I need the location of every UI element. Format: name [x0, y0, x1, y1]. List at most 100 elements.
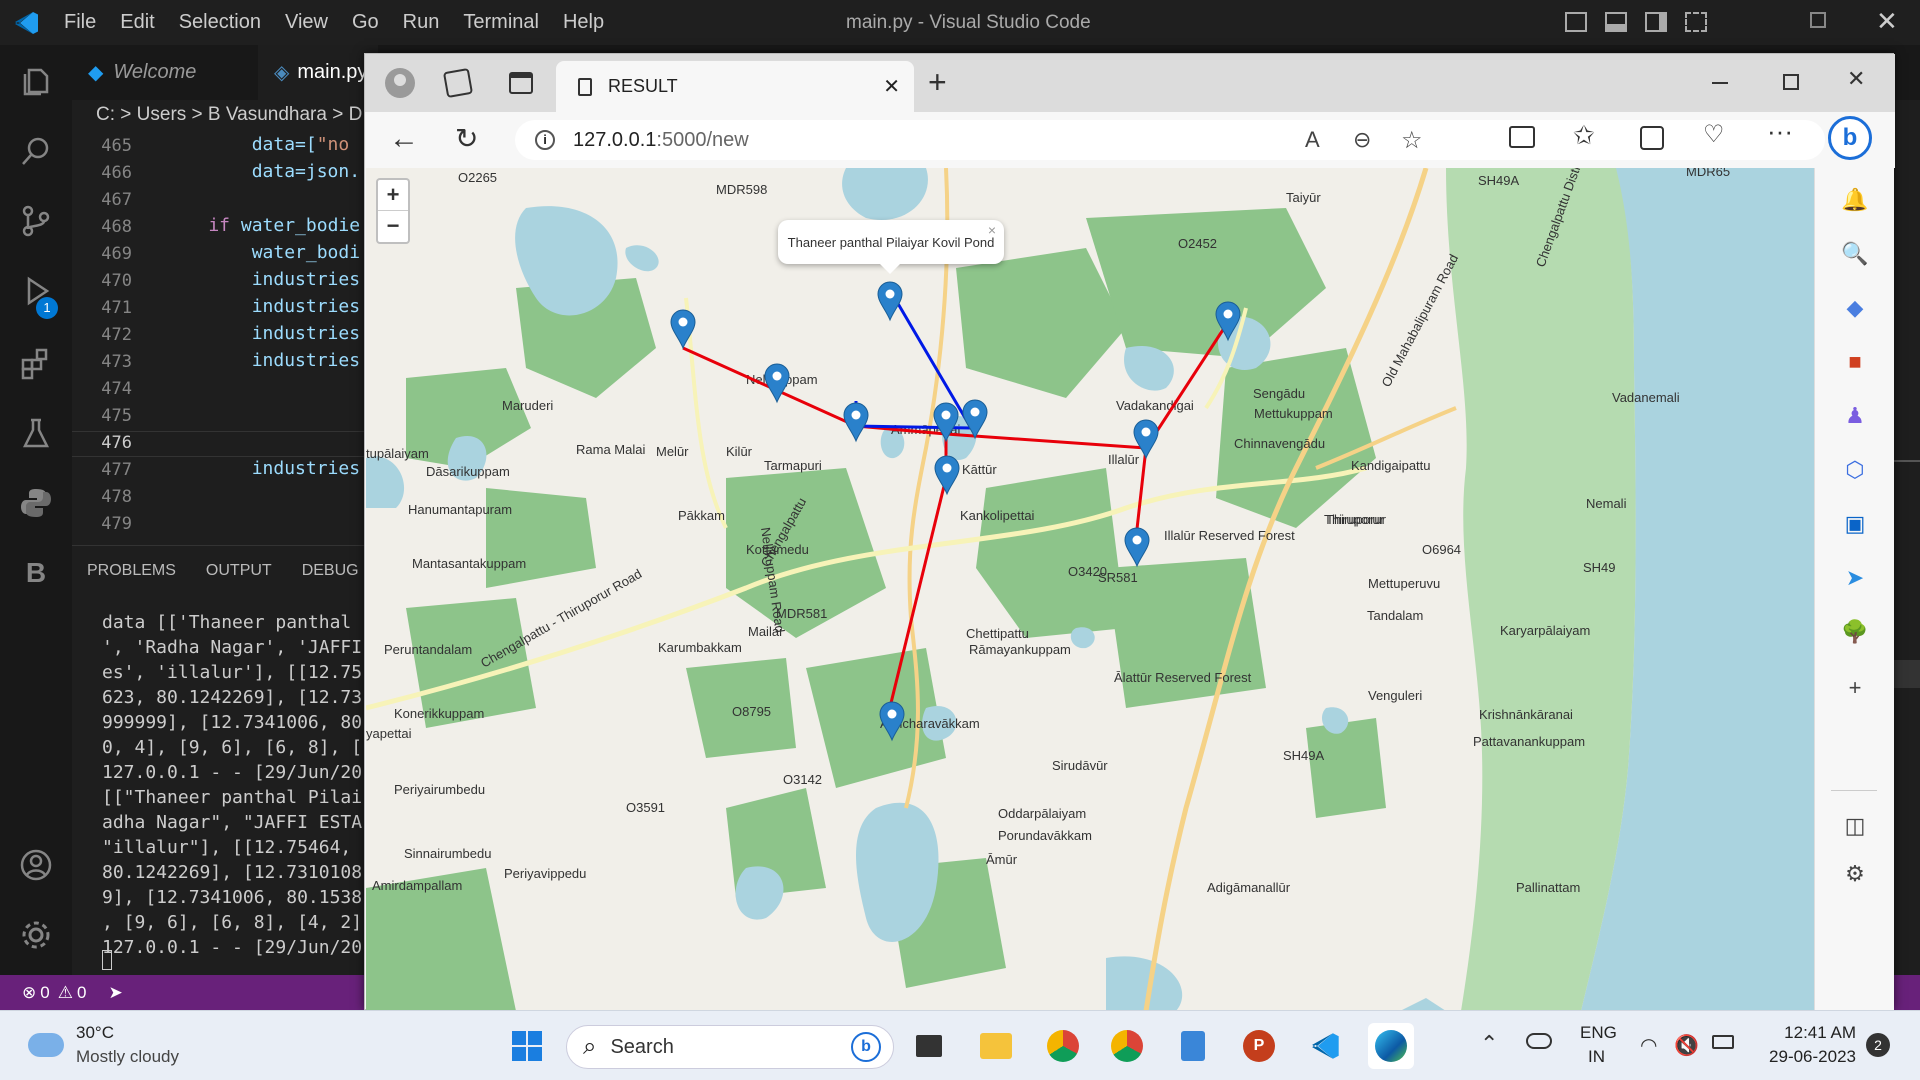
bing-copilot-icon[interactable]: b [1828, 116, 1872, 160]
search-icon[interactable] [14, 129, 58, 173]
menu-help[interactable]: Help [551, 11, 616, 34]
map-view[interactable]: O2265MDR598O2452SH49AMDR65TaiyūrNellikup… [366, 168, 1814, 1011]
menu-view[interactable]: View [273, 11, 340, 34]
tab-debug[interactable]: DEBUG [287, 552, 374, 592]
code-line[interactable]: industries [165, 323, 360, 344]
tab-main-py[interactable]: ◈ main.py [258, 45, 378, 100]
code-line[interactable]: data=json. [165, 161, 360, 182]
weather-desc[interactable]: Mostly cloudy [76, 1047, 179, 1067]
taskbar-search-box[interactable]: ⌕ Search b [566, 1025, 894, 1069]
error-count[interactable]: 0 [40, 983, 49, 1003]
file-explorer-icon[interactable] [973, 1023, 1019, 1069]
notification-bell-icon[interactable]: 🔔 [1835, 180, 1875, 220]
popup-close-icon[interactable]: × [988, 222, 996, 238]
code-line[interactable]: water_bodi [165, 242, 360, 263]
battery-icon[interactable] [1712, 1035, 1734, 1049]
map-marker[interactable] [843, 402, 869, 443]
maximize-icon[interactable] [1783, 74, 1799, 90]
notification-count-badge[interactable]: 2 [1866, 1033, 1890, 1057]
account-icon[interactable] [14, 843, 58, 887]
menu-edit[interactable]: Edit [108, 11, 166, 34]
testing-icon[interactable] [14, 411, 58, 455]
more-options-icon[interactable]: ··· [1767, 116, 1793, 147]
weather-temp[interactable]: 30°C [76, 1023, 114, 1043]
show-hidden-icons-chevron-icon[interactable]: ⌃ [1480, 1031, 1498, 1057]
clock-time[interactable]: 12:41 AM [1776, 1023, 1856, 1043]
tools-briefcase-icon[interactable]: ■ [1835, 342, 1875, 382]
breadcrumb[interactable]: C: > Users > B Vasundhara > D [96, 104, 362, 126]
edge-taskbar-icon[interactable] [1368, 1023, 1414, 1069]
tab-problems[interactable]: PROBLEMS [72, 552, 191, 592]
customize-layout-icon[interactable] [1685, 12, 1707, 32]
b-extension-icon[interactable]: B [14, 551, 58, 595]
refresh-icon[interactable]: ↻ [455, 122, 478, 155]
workspaces-icon[interactable] [442, 67, 474, 99]
task-view-icon[interactable] [906, 1023, 952, 1069]
new-tab-icon[interactable]: + [928, 64, 947, 101]
toggle-sidebar-icon[interactable] [1565, 12, 1587, 32]
close-browser-icon[interactable]: ✕ [1847, 66, 1865, 92]
volume-muted-icon[interactable]: 🔇 [1674, 1033, 1699, 1058]
restore-window-icon[interactable] [1810, 12, 1826, 28]
clock-date[interactable]: 29-06-2023 [1760, 1047, 1856, 1067]
back-icon[interactable]: ← [389, 122, 419, 156]
browser-tab-result[interactable]: RESULT ✕ [556, 61, 914, 112]
outlook-icon[interactable]: ▣ [1835, 504, 1875, 544]
powerpoint-icon[interactable]: P [1236, 1023, 1282, 1069]
tab-welcome[interactable]: ◆ Welcome [72, 45, 252, 100]
chrome-icon[interactable] [1040, 1023, 1086, 1069]
explorer-icon[interactable] [14, 59, 58, 103]
toggle-panel-icon[interactable] [1605, 12, 1627, 32]
menu-file[interactable]: File [52, 11, 108, 34]
menu-go[interactable]: Go [340, 11, 391, 34]
menu-terminal[interactable]: Terminal [451, 11, 551, 34]
wifi-icon[interactable]: ◠ [1640, 1033, 1657, 1058]
code-line[interactable]: data=["no [165, 134, 350, 155]
collections-icon[interactable] [1640, 126, 1664, 150]
cloudy-weather-icon[interactable] [28, 1033, 64, 1057]
games-icon[interactable]: ♟ [1835, 396, 1875, 436]
map-marker[interactable] [1124, 527, 1150, 568]
favorites-icon[interactable]: ✩ [1573, 120, 1595, 151]
menu-selection[interactable]: Selection [167, 11, 273, 34]
source-control-icon[interactable] [14, 199, 58, 243]
warning-icon[interactable]: ⚠ [58, 983, 73, 1003]
url-field[interactable]: i 127.0.0.1:5000/new A ⊖ ☆ [515, 120, 1825, 160]
map-marker[interactable] [764, 363, 790, 404]
favorite-star-icon[interactable]: ☆ [1401, 126, 1423, 155]
sidebar-search-icon[interactable]: 🔍 [1835, 234, 1875, 274]
zoom-in-button[interactable]: + [378, 180, 408, 211]
shopping-tag-icon[interactable]: ◆ [1835, 288, 1875, 328]
menu-run[interactable]: Run [391, 11, 452, 34]
code-line[interactable]: industries [165, 296, 360, 317]
windows-start-icon[interactable] [504, 1023, 550, 1069]
scrollbar-thumb[interactable] [1892, 660, 1920, 688]
sidebar-settings-icon[interactable]: ⚙ [1835, 854, 1875, 894]
zoom-out-button[interactable]: − [378, 211, 408, 242]
live-share-icon[interactable]: ➤ [108, 983, 122, 1003]
add-sidebar-app-icon[interactable]: + [1835, 668, 1875, 708]
vscode-taskbar-icon[interactable] [1303, 1023, 1349, 1069]
read-aloud-icon[interactable]: A [1305, 127, 1320, 153]
code-line[interactable]: industries [165, 458, 360, 479]
onedrive-cloud-icon[interactable] [1526, 1033, 1552, 1049]
language-in[interactable]: IN [1588, 1047, 1605, 1067]
e-tree-icon[interactable]: 🌳 [1835, 612, 1875, 652]
language-eng[interactable]: ENG [1580, 1023, 1617, 1043]
chrome-profile-icon[interactable] [1104, 1023, 1150, 1069]
code-line[interactable]: if water_bodie [165, 215, 360, 236]
tab-actions-icon[interactable] [509, 72, 533, 94]
close-window-icon[interactable]: ✕ [1876, 6, 1898, 37]
drop-send-icon[interactable]: ➤ [1835, 558, 1875, 598]
site-info-icon[interactable]: i [535, 130, 555, 150]
python-icon[interactable] [14, 481, 58, 525]
split-screen-icon[interactable] [1509, 126, 1535, 148]
profile-avatar-icon[interactable] [385, 68, 415, 98]
minimize-icon[interactable] [1712, 82, 1728, 84]
browser-essentials-icon[interactable]: ♡ [1703, 120, 1725, 149]
code-line[interactable]: industries [165, 269, 360, 290]
warning-count[interactable]: 0 [77, 983, 86, 1003]
map-marker[interactable] [877, 281, 903, 322]
toggle-secondary-sidebar-icon[interactable] [1645, 12, 1667, 32]
extensions-icon[interactable] [14, 341, 58, 385]
